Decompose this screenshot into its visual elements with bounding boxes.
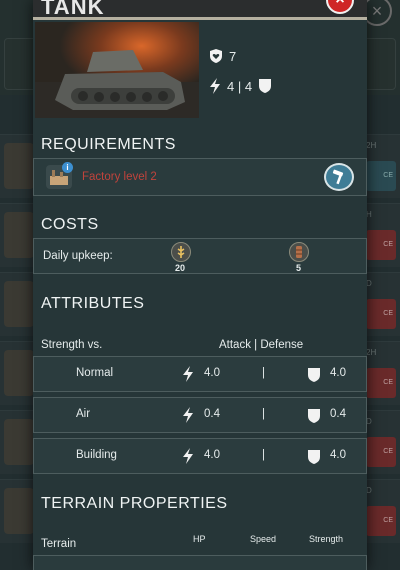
hitpoints-stat: 7	[209, 48, 236, 64]
terrain-col-speed: Speed	[250, 534, 277, 544]
attack-value: 4.0	[204, 367, 220, 379]
terrain-properties-heading: TERRAIN PROPERTIES	[41, 495, 228, 512]
strength-vs-label: Strength vs.	[41, 339, 103, 351]
lightning-icon	[183, 407, 193, 423]
lightning-icon	[183, 366, 193, 382]
build-hammer-button[interactable]	[324, 163, 354, 191]
attribute-row-normal: Normal 4.0 | 4.0	[33, 356, 367, 392]
shield-icon	[308, 368, 320, 382]
terrain-col-strength: Strength	[309, 534, 344, 544]
shield-icon	[308, 450, 320, 464]
separator: |	[262, 449, 265, 461]
terrain-row	[33, 555, 367, 570]
background-unit-thumb	[4, 212, 34, 258]
background-row-button: CE	[366, 299, 396, 329]
attack-defense-header: Attack | Defense	[219, 339, 304, 351]
lightning-icon	[183, 448, 193, 464]
background-row-button: CE	[366, 506, 396, 536]
shield-icon	[259, 79, 272, 93]
attribute-name: Building	[76, 449, 117, 461]
attribute-name: Normal	[76, 367, 114, 379]
background-unit-thumb	[4, 419, 34, 465]
background-unit-thumb	[4, 281, 34, 327]
attributes-heading: ATTRIBUTES	[41, 295, 145, 312]
info-badge-icon[interactable]: i	[62, 162, 73, 173]
defense-value: 4.0	[330, 449, 346, 461]
background-unit-thumb	[4, 488, 34, 534]
modal-title-bar: TANK ×	[33, 0, 367, 20]
modal-title: TANK	[41, 0, 105, 19]
requirements-heading: REQUIREMENTS	[41, 136, 176, 153]
attribute-row-building: Building 4.0 | 4.0	[33, 438, 367, 474]
factory-icon: i	[46, 162, 73, 189]
costs-heading: COSTS	[41, 216, 99, 233]
attack-value: 4.0	[204, 449, 220, 461]
attack-value: 0.4	[204, 408, 220, 420]
grain-amount: 20	[175, 263, 186, 273]
grain-icon	[171, 242, 191, 262]
requirements-box: i Factory level 2	[33, 158, 367, 196]
close-button[interactable]: ×	[326, 0, 354, 14]
requirement-text: Factory level 2	[82, 171, 157, 183]
barrel-amount: 5	[296, 263, 302, 273]
separator: |	[262, 367, 265, 379]
terrain-col-hp: HP	[193, 534, 206, 544]
background-row-button: CE	[366, 230, 396, 260]
barrel-icon	[289, 242, 309, 262]
tank-portrait-image	[35, 22, 199, 118]
hammer-icon	[332, 169, 344, 185]
background-unit-thumb	[4, 143, 34, 189]
shield-icon	[308, 409, 320, 423]
separator: |	[262, 408, 265, 420]
attribute-name: Air	[76, 408, 91, 420]
unit-detail-modal: TANK ×	[33, 0, 367, 570]
defense-value: 0.4	[330, 408, 346, 420]
terrain-label: Terrain	[41, 538, 77, 550]
attribute-row-air: Air 0.4 | 0.4	[33, 397, 367, 433]
background-row-time: 2H	[366, 141, 377, 150]
background-row-button: CE	[366, 161, 396, 191]
background-row-button: CE	[366, 437, 396, 467]
attack-defense-stat: 4 | 4	[209, 78, 272, 94]
background-row-time: 2H	[366, 348, 377, 357]
background-row-button: CE	[366, 368, 396, 398]
daily-upkeep-label: Daily upkeep:	[43, 250, 113, 262]
attack-defense-value: 4 | 4	[227, 78, 253, 94]
costs-box: Daily upkeep: 20 5	[33, 238, 367, 274]
background-unit-thumb	[4, 350, 34, 396]
hitpoints-value: 7	[229, 48, 237, 64]
lightning-icon	[210, 78, 220, 94]
shield-heart-icon	[210, 49, 222, 63]
defense-value: 4.0	[330, 367, 346, 379]
